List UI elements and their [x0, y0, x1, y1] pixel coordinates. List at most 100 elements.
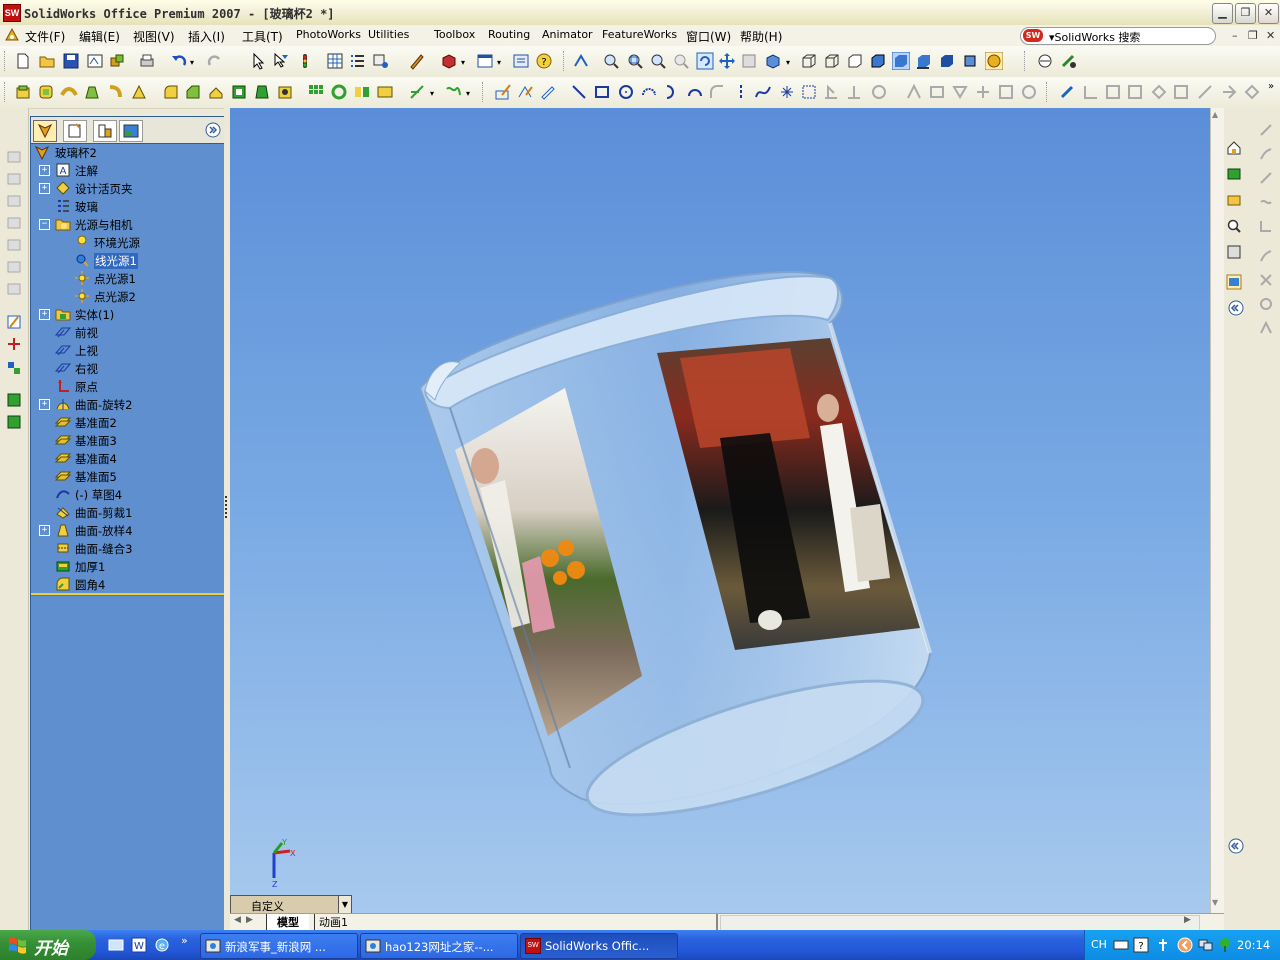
- dome-icon[interactable]: [130, 83, 148, 101]
- help-icon[interactable]: ?: [535, 52, 553, 70]
- network-tray-icon[interactable]: [1197, 937, 1213, 953]
- loft-boss-icon[interactable]: [83, 83, 101, 101]
- quicklaunch-overflow-icon[interactable]: »: [181, 934, 188, 947]
- redo-icon[interactable]: [206, 52, 224, 70]
- perspective-icon[interactable]: [961, 52, 979, 70]
- pan-icon[interactable]: [718, 52, 736, 70]
- circular-sketch-pattern-icon[interactable]: [1020, 83, 1038, 101]
- home-icon[interactable]: [1226, 140, 1242, 156]
- design-library-icon[interactable]: [1226, 166, 1242, 182]
- view-selector-dropdown-icon[interactable]: ▼: [338, 896, 351, 914]
- tree-item[interactable]: 环境光源: [31, 233, 225, 251]
- task-sina[interactable]: 新浪军事_新浪网 ...: [200, 933, 358, 959]
- offset-entities-icon[interactable]: [870, 83, 888, 101]
- smart-dimension-icon[interactable]: [539, 83, 557, 101]
- rectangle-icon[interactable]: [593, 83, 611, 101]
- surface-fill-icon[interactable]: [1258, 218, 1274, 234]
- collapse-pane-bottom-icon[interactable]: [1228, 838, 1244, 854]
- surface-untrim-icon[interactable]: [1258, 194, 1274, 210]
- curves-icon[interactable]: [376, 83, 394, 101]
- select-filter-icon[interactable]: [272, 52, 290, 70]
- modify-sketch-icon[interactable]: [1172, 83, 1190, 101]
- scroll-up-icon[interactable]: ▲: [1212, 110, 1218, 119]
- security-tray-icon[interactable]: [1217, 937, 1233, 953]
- tray-expand-icon[interactable]: [1177, 937, 1193, 953]
- photoworks-tab-icon[interactable]: [119, 120, 143, 142]
- sketch-tools-icon[interactable]: [408, 52, 426, 70]
- solidworks-logo-icon[interactable]: SW: [3, 4, 21, 22]
- surface-tool-icon[interactable]: [1258, 122, 1274, 138]
- tree-item[interactable]: 基准面4: [31, 449, 225, 467]
- orientation-icon[interactable]: [740, 52, 758, 70]
- expand-panel-icon[interactable]: [205, 122, 221, 138]
- rib-icon[interactable]: [207, 83, 225, 101]
- tree-expand-toggle[interactable]: +: [39, 399, 50, 410]
- layer-properties-icon[interactable]: [6, 414, 22, 430]
- extend-entities-icon[interactable]: [928, 83, 946, 101]
- toolbar-grip[interactable]: [563, 51, 567, 71]
- properties-list-icon[interactable]: [348, 52, 366, 70]
- photoworks-render-icon[interactable]: [1036, 52, 1054, 70]
- rollback-bar[interactable]: [31, 593, 225, 596]
- menu-edit[interactable]: 编辑(E): [79, 28, 120, 45]
- surface-knit-icon[interactable]: [6, 280, 22, 296]
- sketch-icon[interactable]: [494, 83, 512, 101]
- glass-cup-model[interactable]: [230, 108, 1210, 913]
- menu-insert[interactable]: 插入(I): [188, 28, 225, 45]
- surface-extend-icon[interactable]: [1258, 146, 1274, 162]
- close-button[interactable]: ✕: [1258, 3, 1279, 24]
- tree-item[interactable]: 前视: [31, 323, 225, 341]
- sketch-fillet-icon[interactable]: [708, 83, 726, 101]
- hidden-lines-visible-icon[interactable]: [823, 52, 841, 70]
- menu-tools[interactable]: 工具(T): [242, 28, 283, 45]
- tree-item[interactable]: 加厚1: [31, 557, 225, 575]
- surface-sweep-icon[interactable]: [6, 192, 22, 208]
- maximize-button[interactable]: ❐: [1235, 3, 1256, 24]
- tree-item[interactable]: + 实体(1): [31, 305, 225, 323]
- internet-explorer-icon[interactable]: e: [154, 937, 170, 953]
- trim-entities-icon[interactable]: [905, 83, 923, 101]
- 3d-box-dropdown-icon[interactable]: ▾: [461, 58, 465, 67]
- tree-item[interactable]: 点光源2: [31, 287, 225, 305]
- tree-item[interactable]: 右视: [31, 359, 225, 377]
- extrude-boss-icon[interactable]: [14, 83, 32, 101]
- surface-extrude-icon[interactable]: [6, 148, 22, 164]
- surface-replace-face-icon[interactable]: [1258, 296, 1274, 312]
- sketch-text-icon[interactable]: [800, 83, 818, 101]
- collapse-pane-icon[interactable]: [1228, 300, 1244, 316]
- toolbar-grip[interactable]: [4, 82, 8, 102]
- open-folder-icon[interactable]: [38, 52, 56, 70]
- shaded-icon[interactable]: [892, 52, 910, 70]
- menu-photoworks[interactable]: PhotoWorks: [296, 28, 361, 41]
- tree-item[interactable]: 曲面-缝合3: [31, 539, 225, 557]
- hidden-lines-removed-icon[interactable]: [846, 52, 864, 70]
- start-button[interactable]: 开始: [0, 930, 96, 960]
- sketch-edit-icon[interactable]: [6, 314, 22, 330]
- tree-expand-toggle[interactable]: +: [39, 525, 50, 536]
- save-icon[interactable]: [62, 52, 80, 70]
- helix-curve-icon[interactable]: [444, 83, 462, 101]
- menu-view[interactable]: 视图(V): [133, 28, 175, 45]
- shaded-with-edges-icon[interactable]: [869, 52, 887, 70]
- grid-options-icon[interactable]: [326, 52, 344, 70]
- tree-item[interactable]: + 曲面-旋转2: [31, 395, 225, 413]
- 3d-box-icon[interactable]: [440, 52, 458, 70]
- tree-item[interactable]: 基准面5: [31, 467, 225, 485]
- vertical-scrollbar[interactable]: ▲ ▼: [1210, 108, 1225, 913]
- chamfer-icon[interactable]: [184, 83, 202, 101]
- tree-expand-toggle[interactable]: +: [39, 309, 50, 320]
- zoom-selection-icon[interactable]: [672, 52, 690, 70]
- surface-revolve-icon[interactable]: [6, 170, 22, 186]
- 3-point-arc-icon[interactable]: [686, 83, 704, 101]
- make-assembly-icon[interactable]: [108, 52, 126, 70]
- add-point-icon[interactable]: [6, 336, 22, 352]
- mirror-entities-icon[interactable]: [845, 83, 863, 101]
- revolve-boss-icon[interactable]: [37, 83, 55, 101]
- surface-loft-icon[interactable]: [6, 214, 22, 230]
- 3d-sketch-icon[interactable]: [516, 83, 534, 101]
- tree-expand-toggle[interactable]: +: [39, 165, 50, 176]
- surface-delete-face-icon[interactable]: [1258, 272, 1274, 288]
- property-manager-tab-icon[interactable]: [63, 120, 87, 142]
- task-hao123[interactable]: hao123网址之家--...: [360, 933, 518, 959]
- help-tray-icon[interactable]: ?: [1133, 937, 1149, 953]
